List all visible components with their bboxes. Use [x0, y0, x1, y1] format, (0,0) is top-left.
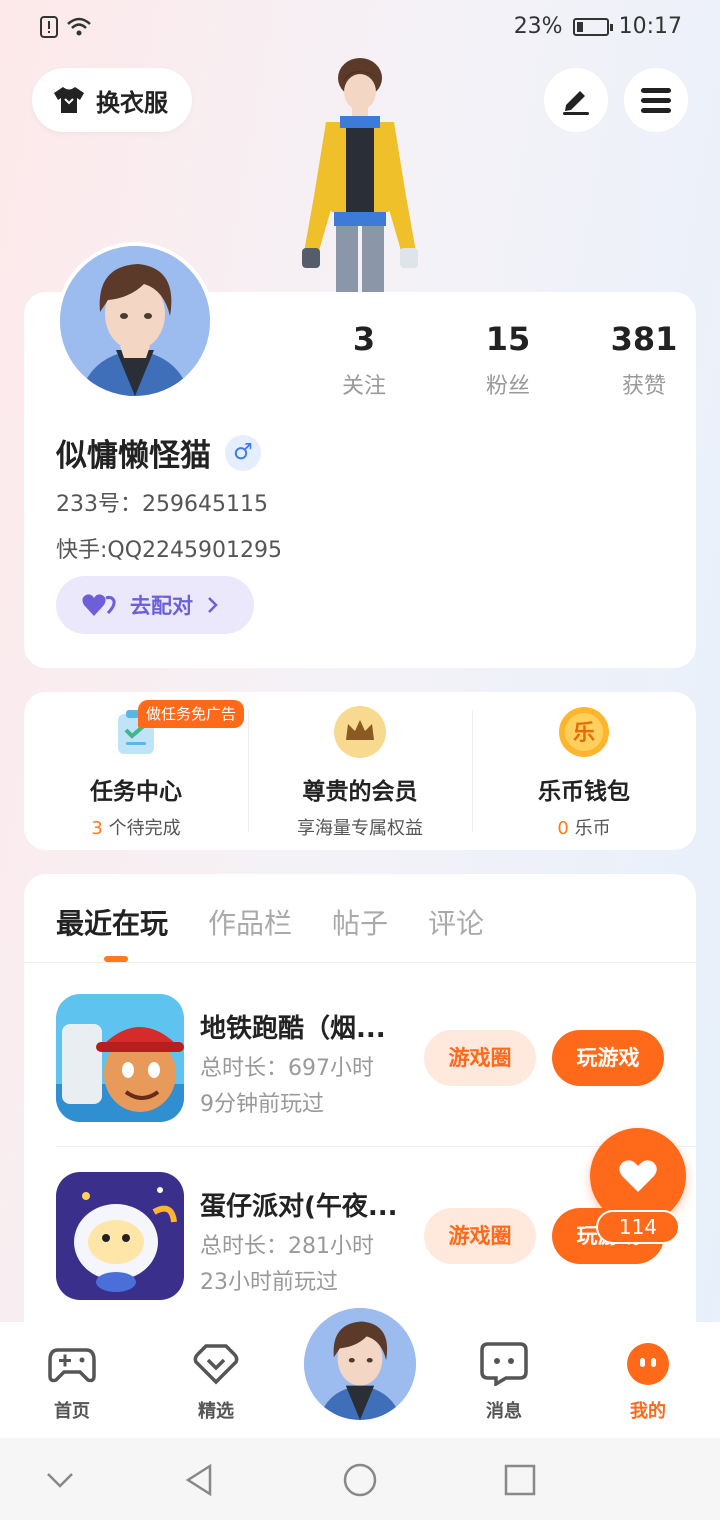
game-duration: 总时长：281小时: [200, 1234, 374, 1259]
smiley-icon: [627, 1343, 669, 1385]
tshirt-icon: [54, 87, 84, 113]
subway-surfers-icon: [56, 994, 184, 1122]
game-duration: 总时长：697小时: [200, 1056, 374, 1081]
home-circle-icon[interactable]: [342, 1462, 378, 1498]
battery-fill: [576, 21, 583, 32]
diamond-heart-icon: [193, 1344, 239, 1385]
tab-works[interactable]: 作品栏: [208, 902, 292, 942]
vip-sub: 享海量专属权益: [297, 818, 423, 839]
change-outfit-button[interactable]: 换衣服: [32, 68, 192, 132]
profile-avatar[interactable]: [56, 242, 214, 400]
profile-stats: 3 关注 15 粉丝 381 获赞: [304, 320, 712, 400]
match-button[interactable]: 去配对: [56, 576, 254, 634]
hamburger-icon: [641, 88, 671, 113]
vip-title: 尊贵的会员: [302, 779, 418, 805]
stat-following[interactable]: 3 关注: [296, 320, 432, 400]
like-count-badge: 114: [596, 1210, 680, 1244]
game-name: 蛋仔派对(午夜...: [200, 1192, 398, 1222]
avatar-portrait: [60, 246, 210, 396]
game-row-subway[interactable]: 地铁跑酷（烟... 总时长：697小时 9分钟前玩过 游戏圈 玩游戏: [56, 994, 672, 1124]
system-nav-bar: [0, 1438, 720, 1520]
battery-icon: [572, 17, 613, 36]
nav-home-label: 首页: [54, 1401, 90, 1422]
eggy-party-icon: [56, 1172, 184, 1300]
task-center-title: 任务中心: [90, 779, 182, 805]
name-row: 似慵懒怪猫 ♂: [56, 430, 261, 475]
stat-likes-label: 获赞: [621, 374, 666, 399]
nav-mine-label: 我的: [630, 1401, 666, 1422]
crown-icon: [334, 706, 386, 758]
hearts-icon: [82, 594, 116, 616]
change-outfit-label: 换衣服: [96, 88, 168, 117]
status-bar: 23% 10:17: [0, 0, 720, 56]
stat-likes-value: 381: [610, 320, 678, 358]
tab-posts[interactable]: 帖子: [332, 902, 388, 942]
stat-following-label: 关注: [341, 374, 386, 399]
coin-balance: 0: [557, 818, 569, 839]
services-card: 任务中心 3 个待完成 做任务免广告 尊贵的会员 享海量专属权益 乐 乐币钱包 …: [24, 692, 696, 850]
game-last-played: 9分钟前玩过: [200, 1092, 324, 1117]
wifi-icon: [67, 17, 91, 36]
game-row-eggy[interactable]: 蛋仔派对(午夜... 总时长：281小时 23小时前玩过 游戏圈 玩游戏: [56, 1172, 672, 1302]
nav-mine[interactable]: 我的: [598, 1342, 698, 1423]
stat-fans[interactable]: 15 粉丝: [440, 320, 576, 400]
stat-following-value: 3: [352, 320, 376, 358]
chat-bubble-icon: [480, 1342, 528, 1388]
match-label: 去配对: [130, 594, 193, 618]
nav-avatar-portrait: [304, 1308, 416, 1420]
edit-profile-button[interactable]: [544, 68, 608, 132]
back-triangle-icon[interactable]: [182, 1462, 218, 1498]
battery-percent: 23%: [513, 14, 563, 39]
nav-messages[interactable]: 消息: [454, 1342, 554, 1423]
task-center[interactable]: 任务中心 3 个待完成 做任务免广告: [24, 692, 248, 850]
status-left: [40, 16, 92, 38]
coin-char: 乐: [573, 721, 595, 746]
edit-icon: [563, 91, 589, 115]
tab-divider: [24, 962, 696, 963]
wallet-sub-text: 乐币: [568, 818, 611, 839]
task-count: 3: [91, 818, 103, 839]
collapse-chevron-icon[interactable]: [42, 1462, 78, 1498]
stat-fans-value: 15: [485, 320, 531, 358]
nav-messages-label: 消息: [486, 1401, 522, 1422]
stat-likes[interactable]: 381 获赞: [576, 320, 712, 400]
username: 似慵懒怪猫: [56, 438, 211, 474]
kuaishou-id: 快手:QQ2245901295: [56, 538, 283, 563]
gamepad-icon: [48, 1348, 96, 1383]
game-last-played: 23小时前玩过: [200, 1270, 338, 1295]
tab-comments[interactable]: 评论: [428, 902, 484, 942]
wallet-sub: 0 乐币: [472, 814, 696, 840]
coin-wallet[interactable]: 乐 乐币钱包 0 乐币: [472, 692, 696, 850]
game-name: 地铁跑酷（烟...: [200, 1014, 386, 1044]
profile-tabs: 最近在玩 作品栏 帖子 评论: [56, 902, 484, 942]
heart-icon: [619, 1160, 657, 1192]
task-center-sub-text: 个待完成: [102, 818, 181, 839]
task-ad-free-badge: 做任务免广告: [138, 700, 245, 728]
task-center-sub: 3 个待完成: [24, 814, 248, 840]
wallet-title: 乐币钱包: [538, 779, 630, 805]
nav-home[interactable]: 首页: [22, 1342, 122, 1423]
sim-alert-icon: [40, 16, 58, 38]
play-game-button[interactable]: 玩游戏: [552, 1030, 664, 1086]
stat-fans-label: 粉丝: [485, 374, 530, 399]
game-circle-button[interactable]: 游戏圈: [424, 1208, 536, 1264]
user-id: 233号：259645115: [56, 492, 268, 517]
coin-icon: 乐: [559, 707, 609, 757]
nav-featured[interactable]: 精选: [166, 1342, 266, 1423]
menu-button[interactable]: [624, 68, 688, 132]
male-gender-icon: ♂: [225, 434, 261, 471]
game-circle-button[interactable]: 游戏圈: [424, 1030, 536, 1086]
avatar-figure[interactable]: [290, 56, 430, 292]
tab-recent[interactable]: 最近在玩: [56, 902, 168, 942]
recents-square-icon[interactable]: [502, 1462, 538, 1498]
vip-membership[interactable]: 尊贵的会员 享海量专属权益: [248, 692, 472, 850]
clock: 10:17: [618, 14, 682, 39]
nav-avatar-button[interactable]: [304, 1308, 416, 1420]
chevron-right-icon: [208, 597, 218, 613]
nav-featured-label: 精选: [198, 1401, 234, 1422]
